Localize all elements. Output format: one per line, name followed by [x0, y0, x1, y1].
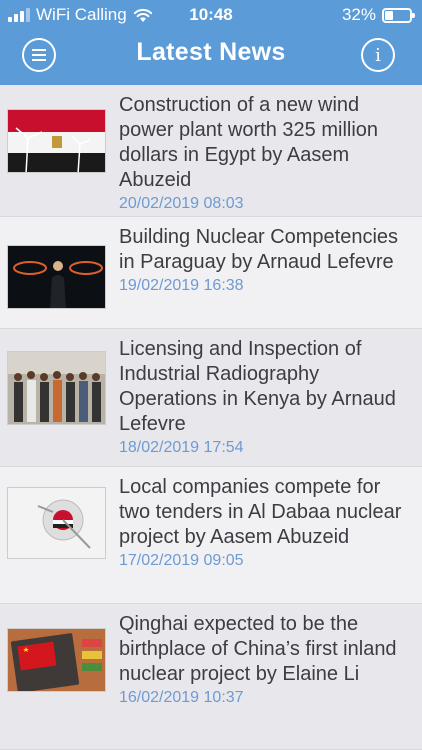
news-date: 19/02/2019 16:38 — [119, 277, 244, 294]
news-item[interactable]: Qinghai expected to be the birthplace of… — [0, 604, 422, 750]
news-text: Construction of a new wind power plant w… — [119, 93, 414, 214]
news-thumbnail — [7, 109, 106, 173]
news-headline: Licensing and Inspection of Industrial R… — [119, 338, 396, 435]
news-headline: Qinghai expected to be the birthplace of… — [119, 613, 397, 685]
news-text: Building Nuclear Competencies in Paragua… — [119, 225, 414, 296]
news-text: Local companies compete for two tenders … — [119, 475, 414, 571]
person-holding-glowing-key-image — [8, 246, 105, 308]
news-text: Licensing and Inspection of Industrial R… — [119, 337, 414, 458]
news-text: Qinghai expected to be the birthplace of… — [119, 612, 414, 708]
news-headline: Building Nuclear Competencies in Paragua… — [119, 226, 399, 273]
group-photo-image — [8, 352, 105, 424]
news-thumbnail — [7, 245, 106, 309]
page-title: Latest News — [136, 38, 286, 66]
invest-compass-egypt-flag-image — [8, 488, 105, 558]
news-date: 17/02/2019 09:05 — [119, 552, 244, 569]
news-date: 20/02/2019 08:03 — [119, 195, 244, 212]
status-right: 32% — [341, 5, 415, 25]
battery-level-fill — [385, 10, 393, 20]
info-button[interactable]: i — [361, 38, 395, 72]
news-date: 18/02/2019 17:54 — [119, 439, 244, 456]
info-icon: i — [375, 44, 381, 66]
china-flag-notebook-image — [8, 629, 105, 691]
news-thumbnail — [7, 628, 106, 692]
news-item[interactable]: Building Nuclear Competencies in Paragua… — [0, 217, 422, 329]
news-headline: Local companies compete for two tenders … — [119, 476, 402, 548]
news-item[interactable]: Licensing and Inspection of Industrial R… — [0, 329, 422, 467]
status-bar: WiFi Calling 10:48 32% — [0, 0, 422, 30]
news-thumbnail — [7, 487, 106, 559]
news-thumbnail — [7, 351, 106, 425]
news-item[interactable]: Construction of a new wind power plant w… — [0, 85, 422, 217]
header-bar: WiFi Calling 10:48 32% Latest News i — [0, 0, 422, 85]
news-item[interactable]: Local companies compete for two tenders … — [0, 467, 422, 604]
news-date: 16/02/2019 10:37 — [119, 689, 244, 706]
battery-percent: 32% — [341, 5, 376, 24]
news-headline: Construction of a new wind power plant w… — [119, 94, 379, 191]
battery-icon — [382, 7, 415, 23]
egypt-flag-wind-turbines-image — [8, 110, 105, 172]
